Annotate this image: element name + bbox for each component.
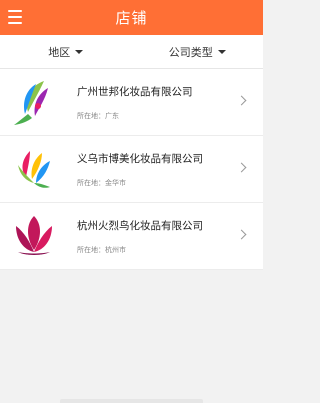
company-list-item[interactable]: 杭州火烈鸟化妆品有限公司 所在地：杭州市 bbox=[0, 203, 263, 270]
caret-down-icon bbox=[75, 49, 84, 54]
page-title: 店铺 bbox=[115, 9, 148, 27]
caret-down-icon bbox=[217, 49, 226, 54]
company-list: 广州世邦化妆品有限公司 所在地：广东 义乌市博美化妆品有限公司 所在地：金华市 bbox=[0, 69, 263, 270]
company-list-item[interactable]: 广州世邦化妆品有限公司 所在地：广东 bbox=[0, 69, 263, 136]
hamburger-menu-icon[interactable] bbox=[8, 10, 22, 24]
company-location: 所在地：杭州市 bbox=[77, 245, 126, 254]
company-logo bbox=[8, 76, 60, 128]
bottom-edge-bar bbox=[60, 399, 203, 403]
region-filter[interactable]: 地区 bbox=[0, 44, 132, 60]
company-type-filter[interactable]: 公司类型 bbox=[132, 44, 264, 60]
company-list-item[interactable]: 义乌市博美化妆品有限公司 所在地：金华市 bbox=[0, 136, 263, 203]
filter-bar: 地区 公司类型 bbox=[0, 35, 263, 69]
company-name: 广州世邦化妆品有限公司 bbox=[77, 85, 193, 98]
company-logo bbox=[8, 143, 60, 195]
app-header: 店铺 bbox=[0, 0, 263, 35]
company-name: 杭州火烈鸟化妆品有限公司 bbox=[77, 219, 203, 232]
region-filter-label: 地区 bbox=[48, 45, 71, 59]
company-type-filter-label: 公司类型 bbox=[168, 45, 213, 59]
company-logo bbox=[8, 210, 60, 262]
company-location: 所在地：金华市 bbox=[77, 178, 126, 187]
company-name: 义乌市博美化妆品有限公司 bbox=[77, 152, 203, 165]
company-location: 所在地：广东 bbox=[77, 111, 119, 120]
